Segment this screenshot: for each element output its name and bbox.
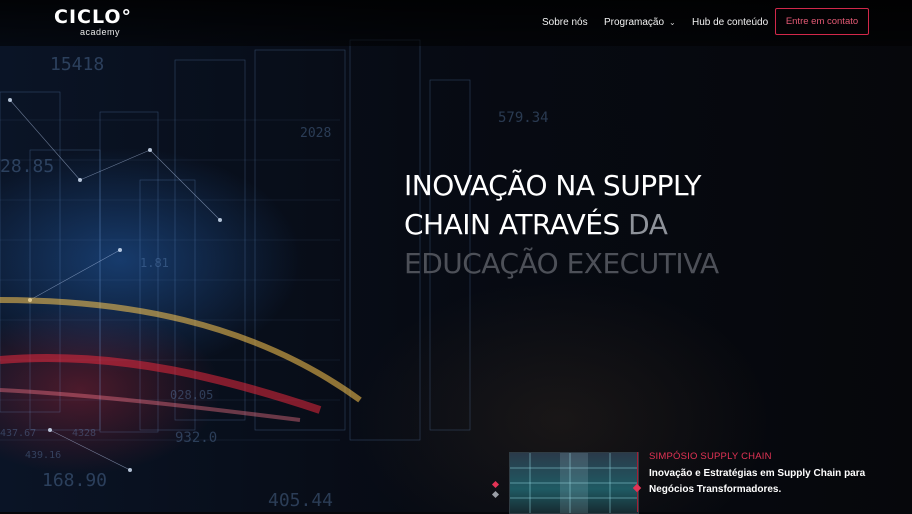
background-number: 1.81	[140, 256, 169, 270]
chevron-down-icon[interactable]: ⌄	[669, 18, 676, 27]
background-number: 437.67	[0, 428, 37, 439]
nav-item-label[interactable]: Hub de conteúdo	[692, 17, 768, 28]
hero-headline-line-2: CHAIN ATRAVÉS DA	[404, 205, 904, 244]
logo[interactable]: CICLO° academy	[54, 6, 134, 38]
nav-item-hub-de-conteudo[interactable]: Hub de conteúdo	[692, 0, 768, 44]
background-number: 405.44	[268, 490, 334, 511]
contact-button[interactable]: Entre em contato	[775, 8, 869, 35]
event-card-title[interactable]: Inovação e Estratégias em Supply Chain p…	[649, 466, 889, 498]
nav-item-label[interactable]: Programação	[604, 17, 664, 28]
hero-headline-line-2-dim: DA	[628, 208, 668, 241]
hero-headline-line-1: INOVAÇÃO NA SUPPLY	[404, 169, 701, 202]
background-number: 932.0	[175, 430, 218, 446]
background-number: 2028	[300, 126, 332, 141]
background-number: 4328	[72, 428, 97, 439]
background-number: 028.05	[170, 388, 214, 402]
hero-headline-line-3: EDUCAÇÃO EXECUTIVA	[404, 247, 719, 280]
event-card-divider	[637, 452, 638, 512]
event-card-eyebrow: SIMPÓSIO SUPPLY CHAIN	[649, 451, 772, 462]
logo-wordmark: CICLO°	[54, 6, 133, 28]
hero-headline: INOVAÇÃO NA SUPPLY CHAIN ATRAVÉS DA EDUC…	[404, 166, 904, 283]
logo-subtitle: academy	[80, 27, 121, 37]
nav-item-sobre-nos[interactable]: Sobre nós	[542, 0, 588, 44]
background-number: 28.85	[0, 156, 55, 177]
warehouse-image	[510, 453, 638, 513]
background-number: 579.34	[498, 110, 549, 126]
top-navigation-bar: CICLO° academy Sobre nós Programação ⌄ H…	[0, 0, 912, 46]
event-card-image[interactable]	[509, 452, 639, 514]
background-number: 168.90	[42, 470, 108, 491]
nav-item-programacao[interactable]: Programação ⌄	[604, 0, 676, 44]
nav-item-label[interactable]: Sobre nós	[542, 17, 588, 28]
hero-headline-line-2-bright: CHAIN ATRAVÉS	[404, 208, 629, 241]
background-number: 439.16	[25, 450, 62, 461]
background-number: 15418	[50, 54, 105, 75]
